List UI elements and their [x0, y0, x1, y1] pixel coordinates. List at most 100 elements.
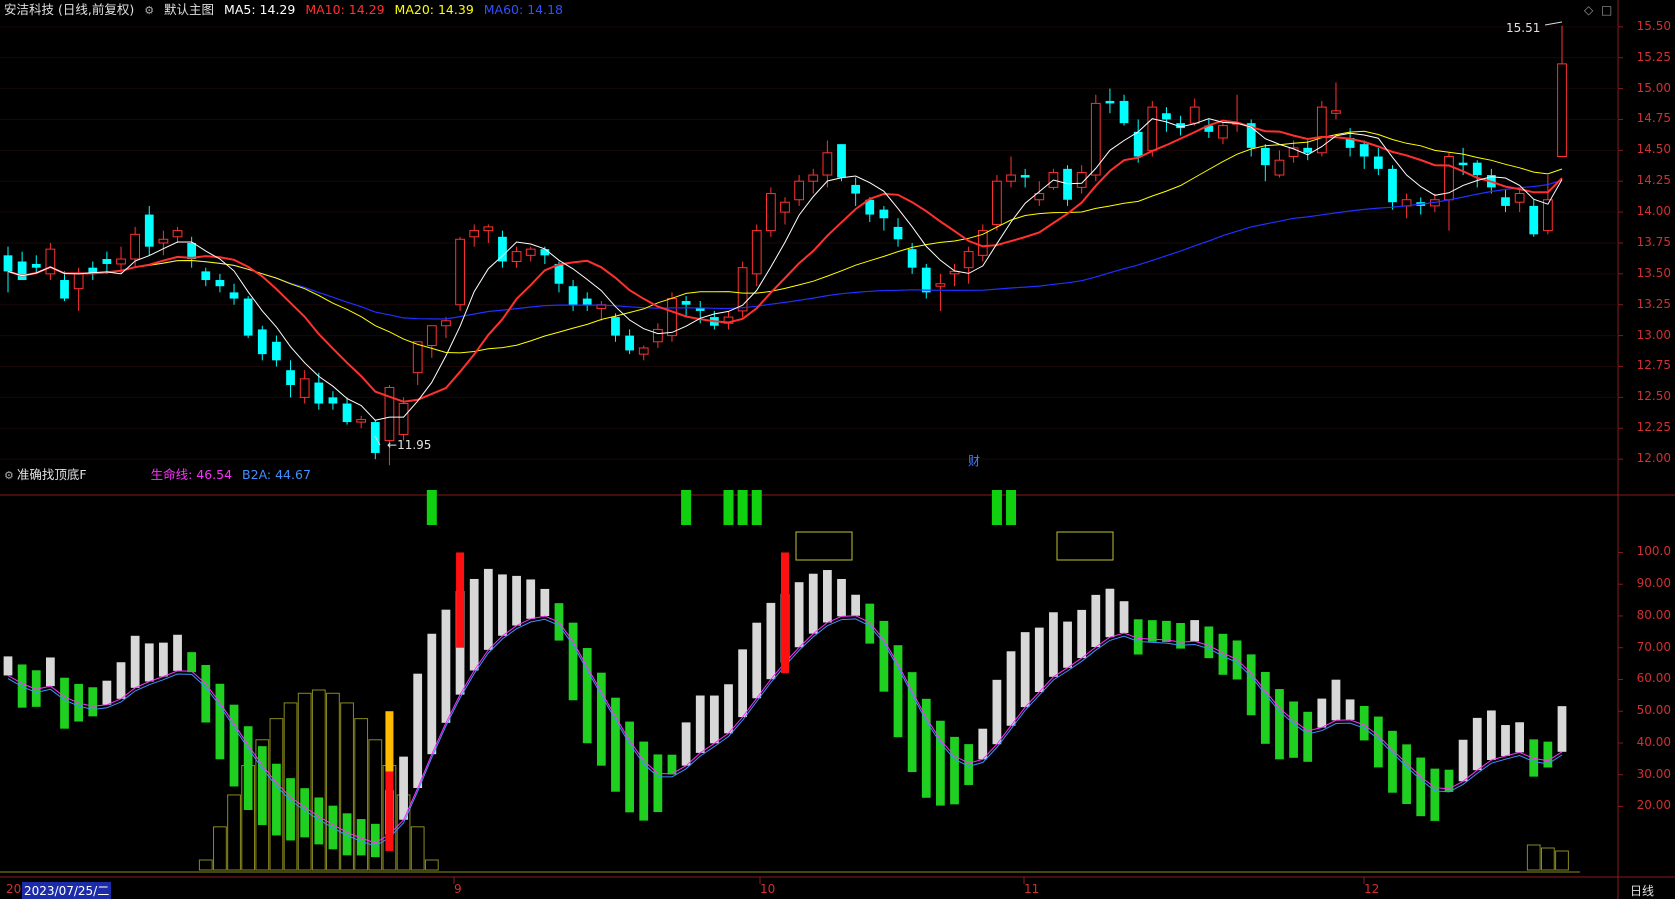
ma10-line	[7, 119, 1563, 403]
candle-body	[314, 382, 324, 404]
expand-diamond-icon[interactable]: ◇	[1584, 3, 1593, 17]
buy-signal-block	[681, 490, 692, 525]
indicator-bar	[992, 679, 1002, 745]
indicator-bar	[17, 664, 27, 708]
candle-body	[1359, 144, 1369, 157]
price-axis-label: 13.25	[1636, 296, 1671, 311]
candle-body	[469, 230, 480, 238]
minimize-square-icon[interactable]: □	[1601, 3, 1612, 17]
candle-body	[808, 174, 819, 182]
candle-body	[1388, 168, 1397, 203]
signal-bar	[385, 711, 394, 772]
candle-body	[73, 273, 84, 290]
indicator-bar	[498, 574, 507, 636]
candle-body	[229, 292, 239, 299]
candle-body	[1501, 197, 1510, 206]
candle-body	[498, 236, 507, 262]
candle-body	[31, 263, 41, 268]
signal-box	[795, 531, 853, 561]
volume-outline-bar	[198, 859, 213, 871]
indicator-bar	[1006, 651, 1016, 726]
indicator-bar	[173, 634, 182, 671]
low-price-value: 11.95	[397, 438, 432, 452]
indicator-bar	[1486, 710, 1496, 761]
indicator-bar	[215, 683, 225, 760]
indicator-bar	[695, 695, 705, 753]
indicator-bar	[1359, 705, 1369, 741]
indicator-bar	[1190, 620, 1200, 642]
candle-body	[638, 347, 649, 355]
indicator-name[interactable]: 准确找顶底F	[17, 467, 87, 482]
candle-body	[611, 317, 620, 336]
candle-body	[483, 226, 494, 232]
indicator-bar	[1077, 609, 1087, 659]
candle-body	[102, 259, 112, 264]
stock-title[interactable]: 安洁科技 (日线,前复权)	[4, 2, 134, 17]
indicator-axis-label: 30.00	[1636, 766, 1671, 781]
candle-body	[130, 233, 141, 260]
ma60-value: 14.18	[527, 2, 563, 17]
finance-marker[interactable]: 财	[968, 452, 980, 469]
period-label[interactable]: 日线	[1630, 882, 1654, 899]
indicator-axis-label: 60.00	[1636, 671, 1671, 686]
signal-bar	[781, 552, 789, 674]
ma10-legend: MA10: 14.29	[305, 2, 384, 17]
price-axis-label: 15.25	[1636, 49, 1671, 64]
indicator-bar	[229, 704, 239, 787]
indicator-bar	[936, 720, 945, 806]
candle-body	[412, 341, 423, 374]
indicator-bar	[46, 657, 55, 687]
indicator-bar	[1204, 626, 1214, 659]
indicator-bar	[159, 642, 168, 677]
life-line-value: 46.54	[196, 467, 233, 482]
ma10-label: MA10:	[305, 2, 345, 17]
indicator-bar	[907, 672, 917, 773]
indicator-bar	[1331, 679, 1341, 721]
indicator-gear-icon[interactable]: ⚙	[4, 469, 14, 482]
indicator-bar	[1402, 744, 1411, 805]
indicator-bar	[512, 575, 521, 626]
candle-body	[441, 320, 451, 327]
settings-gear-icon[interactable]: ⚙	[144, 4, 154, 17]
indicator-bar	[243, 726, 253, 810]
low-price-annotation: ←11.95	[387, 438, 432, 452]
high-marker-line	[1544, 21, 1563, 26]
candle-body	[554, 263, 564, 284]
indicator-bar	[1260, 671, 1270, 744]
candle-body	[1260, 147, 1270, 166]
buy-signal-block	[723, 490, 734, 525]
indicator-bar	[272, 763, 281, 836]
layout-name[interactable]: 默认主图	[164, 2, 214, 17]
candle-body	[356, 419, 367, 423]
buy-signal-block	[991, 490, 1002, 525]
indicator-bar	[837, 578, 846, 617]
indicator-bar	[286, 778, 295, 841]
indicator-bar	[1345, 699, 1355, 720]
volume-outline-bar	[297, 692, 312, 871]
candle-body	[299, 378, 310, 398]
indicator-axis-label: 100.0	[1636, 544, 1671, 559]
candle-body	[737, 267, 748, 312]
indicator-bar	[1515, 722, 1524, 753]
price-axis-label: 12.25	[1636, 420, 1671, 435]
candle-body	[1006, 174, 1016, 182]
indicator-axis-label: 20.00	[1636, 798, 1671, 813]
candle-body	[342, 403, 352, 423]
price-axis-label: 14.75	[1636, 111, 1671, 126]
candle-body	[17, 261, 27, 281]
life-line-label: 生命线:	[150, 467, 193, 482]
indicator-bar	[1388, 730, 1397, 793]
ma20-label: MA20:	[394, 2, 434, 17]
candle-body	[794, 180, 805, 201]
candle-body	[751, 230, 762, 275]
candle-body	[1218, 125, 1228, 139]
price-axis-label: 13.00	[1636, 327, 1671, 342]
candle-body	[1274, 159, 1285, 176]
date-prefix: 20	[6, 882, 22, 896]
indicator-bar	[865, 603, 875, 644]
stock-chart-canvas[interactable]	[0, 0, 1675, 899]
candle-body	[426, 325, 437, 346]
candle-body	[3, 255, 13, 272]
candle-body	[158, 238, 169, 244]
indicator-bar	[1091, 594, 1101, 648]
